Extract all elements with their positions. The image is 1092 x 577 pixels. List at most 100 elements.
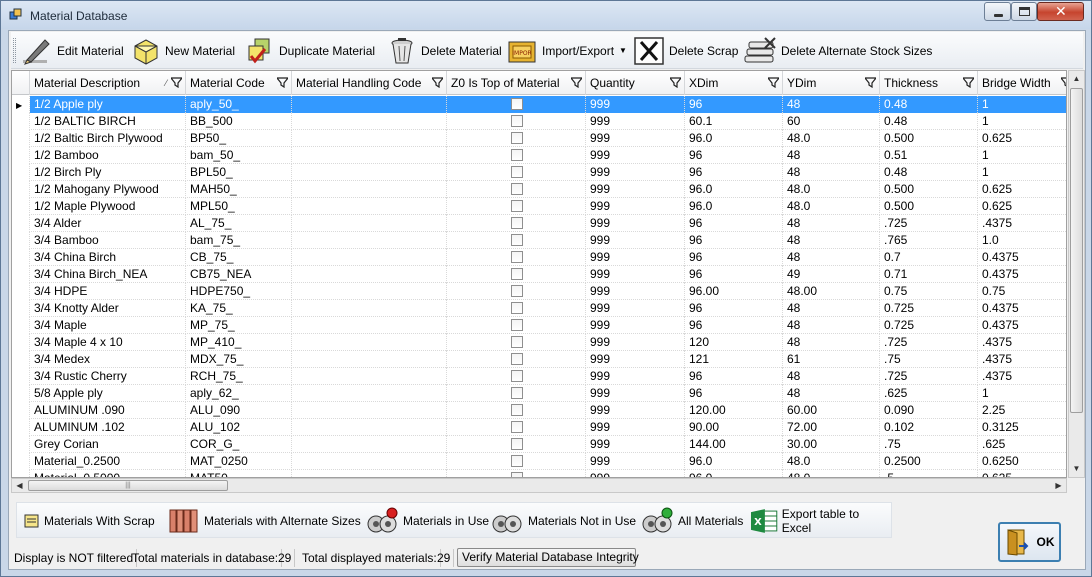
delete-material-button[interactable]: Delete Material (387, 34, 502, 67)
table-row[interactable]: 1/2 Bamboo bam_50_ 999 96 48 0.51 1 (12, 147, 1066, 164)
close-button[interactable]: ✕ (1037, 2, 1084, 21)
table-cell[interactable]: 48.00 (783, 283, 880, 300)
table-cell[interactable]: ALUMINUM .102 (30, 419, 186, 436)
table-cell[interactable]: .4375 (978, 215, 1066, 232)
table-cell[interactable]: 999 (586, 249, 685, 266)
new-material-button[interactable]: New Material (131, 34, 235, 67)
filter-funnel-icon[interactable] (963, 77, 974, 88)
table-cell[interactable]: Grey Corian (30, 436, 186, 453)
table-row[interactable]: 1/2 BALTIC BIRCH BB_500 999 60.1 60 0.48 1 (12, 113, 1066, 130)
table-cell[interactable]: .4375 (978, 334, 1066, 351)
table-cell[interactable]: 96.0 (685, 181, 783, 198)
column-header[interactable]: Material Description ⁄ (30, 71, 186, 95)
row-header[interactable] (12, 402, 30, 419)
row-header[interactable] (12, 147, 30, 164)
table-cell[interactable] (292, 113, 447, 130)
z0-top-checkbox[interactable] (511, 200, 523, 212)
table-cell[interactable] (447, 181, 586, 198)
table-cell[interactable]: aply_50_ (186, 96, 292, 113)
table-cell[interactable]: 999 (586, 96, 685, 113)
z0-top-checkbox[interactable] (511, 455, 523, 467)
table-cell[interactable] (447, 300, 586, 317)
table-cell[interactable] (292, 334, 447, 351)
row-header[interactable] (12, 453, 30, 470)
table-cell[interactable]: 999 (586, 385, 685, 402)
table-cell[interactable]: 96 (685, 96, 783, 113)
table-row[interactable]: ALUMINUM .102 ALU_102 999 90.00 72.00 0.102 0.… (12, 419, 1066, 436)
column-header[interactable]: Z0 Is Top of Material (447, 71, 586, 95)
table-cell[interactable]: 999 (586, 147, 685, 164)
table-cell[interactable] (447, 453, 586, 470)
table-cell[interactable]: 3/4 HDPE (30, 283, 186, 300)
table-cell[interactable]: .725 (880, 334, 978, 351)
column-header[interactable]: Thickness (880, 71, 978, 95)
table-cell[interactable]: 96.0 (685, 198, 783, 215)
ok-button[interactable]: OK (998, 522, 1061, 562)
edit-material-button[interactable]: Edit Material (21, 34, 124, 67)
table-cell[interactable]: 48 (783, 317, 880, 334)
table-cell[interactable]: KA_75_ (186, 300, 292, 317)
table-cell[interactable]: bam_75_ (186, 232, 292, 249)
table-cell[interactable] (292, 300, 447, 317)
table-cell[interactable] (447, 249, 586, 266)
table-cell[interactable] (292, 215, 447, 232)
table-cell[interactable]: 999 (586, 453, 685, 470)
table-cell[interactable]: 999 (586, 402, 685, 419)
table-cell[interactable]: 3/4 Maple 4 x 10 (30, 334, 186, 351)
table-cell[interactable] (447, 232, 586, 249)
import-export-button[interactable]: IMPOR Import/Export ▼ (506, 34, 627, 67)
table-cell[interactable]: 96 (685, 215, 783, 232)
row-header[interactable] (12, 334, 30, 351)
table-cell[interactable]: 3/4 China Birch (30, 249, 186, 266)
delete-alternate-sizes-button[interactable]: Delete Alternate Stock Sizes (743, 34, 932, 67)
table-cell[interactable]: 120.00 (685, 402, 783, 419)
table-cell[interactable]: 1 (978, 164, 1066, 181)
table-cell[interactable]: 999 (586, 283, 685, 300)
table-cell[interactable] (292, 130, 447, 147)
table-cell[interactable]: 0.4375 (978, 317, 1066, 334)
table-row[interactable]: 1/2 Baltic Birch Plywood BP50_ 999 96.0 48.0… (12, 130, 1066, 147)
table-cell[interactable]: 60.00 (783, 402, 880, 419)
table-cell[interactable]: ALU_090 (186, 402, 292, 419)
row-header[interactable] (12, 317, 30, 334)
table-cell[interactable]: 96 (685, 266, 783, 283)
table-cell[interactable]: 3/4 Maple (30, 317, 186, 334)
table-cell[interactable]: 49 (783, 266, 880, 283)
table-cell[interactable] (292, 198, 447, 215)
table-cell[interactable]: 3/4 Bamboo (30, 232, 186, 249)
table-cell[interactable]: 48 (783, 368, 880, 385)
table-cell[interactable]: MAH50_ (186, 181, 292, 198)
table-cell[interactable]: 48 (783, 232, 880, 249)
table-cell[interactable]: 1/2 Maple Plywood (30, 198, 186, 215)
table-cell[interactable]: 999 (586, 470, 685, 477)
table-cell[interactable]: 0.51 (880, 147, 978, 164)
table-row[interactable]: 3/4 Bamboo bam_75_ 999 96 48.765 1.0 (12, 232, 1066, 249)
table-cell[interactable] (292, 283, 447, 300)
table-cell[interactable]: ALU_102 (186, 419, 292, 436)
vertical-scroll-thumb[interactable] (1070, 88, 1083, 413)
table-cell[interactable] (292, 232, 447, 249)
table-cell[interactable]: 3/4 Alder (30, 215, 186, 232)
table-cell[interactable]: 1/2 Bamboo (30, 147, 186, 164)
table-cell[interactable]: 48.0 (783, 181, 880, 198)
table-cell[interactable]: 48 (783, 300, 880, 317)
table-cell[interactable]: bam_50_ (186, 147, 292, 164)
table-row[interactable]: 5/8 Apple ply aply_62_ 999 96 48.625 1 (12, 385, 1066, 402)
table-cell[interactable]: 96 (685, 300, 783, 317)
table-cell[interactable] (447, 113, 586, 130)
table-cell[interactable] (447, 198, 586, 215)
table-cell[interactable]: 999 (586, 419, 685, 436)
table-cell[interactable]: 5/8 Apple ply (30, 385, 186, 402)
table-cell[interactable]: 0.725 (880, 300, 978, 317)
z0-top-checkbox[interactable] (511, 302, 523, 314)
table-cell[interactable]: 0.48 (880, 113, 978, 130)
table-cell[interactable]: 0.4375 (978, 300, 1066, 317)
table-cell[interactable] (447, 96, 586, 113)
table-cell[interactable]: 48 (783, 147, 880, 164)
table-cell[interactable]: 96.0 (685, 470, 783, 477)
table-row[interactable]: 1/2 Maple Plywood MPL50_ 999 96.0 48.0 0.500 0… (12, 198, 1066, 215)
z0-top-checkbox[interactable] (511, 268, 523, 280)
z0-top-checkbox[interactable] (511, 387, 523, 399)
row-header[interactable] (12, 419, 30, 436)
table-cell[interactable]: 1 (978, 113, 1066, 130)
